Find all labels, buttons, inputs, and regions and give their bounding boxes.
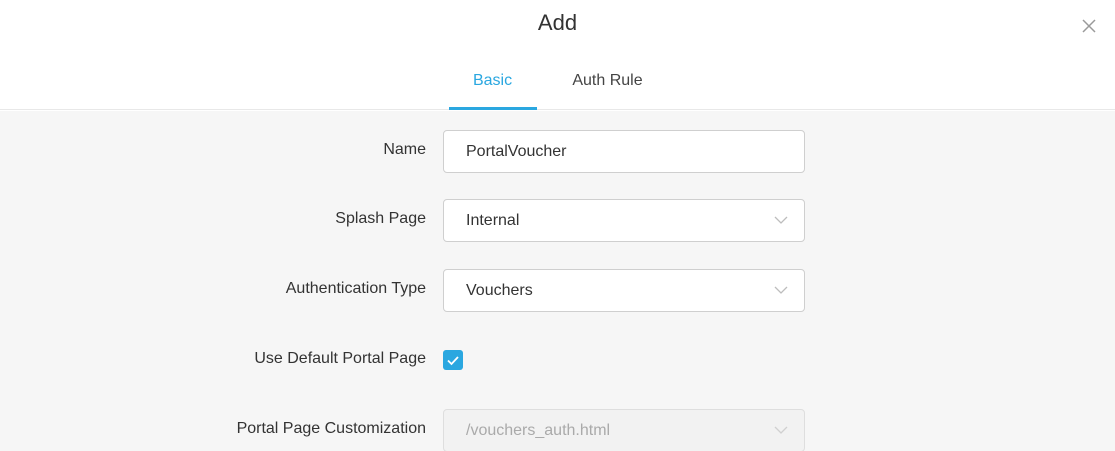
portal-page-customization-label: Portal Page Customization xyxy=(236,420,426,437)
authentication-type-label: Authentication Type xyxy=(285,280,426,297)
authentication-type-row: Authentication Type Vouchers xyxy=(0,269,1115,313)
portal-page-customization-select: /vouchers_auth.html xyxy=(443,409,805,451)
close-button[interactable] xyxy=(1075,12,1103,40)
checkmark-icon xyxy=(447,356,459,366)
tab-bar: Basic Auth Rule xyxy=(0,62,1115,110)
use-default-portal-page-row: Use Default Portal Page xyxy=(0,339,1115,383)
chevron-down-icon xyxy=(774,215,788,225)
form-panel: Name PortalVoucher Splash Page Internal … xyxy=(0,111,1115,451)
name-value: PortalVoucher xyxy=(466,143,567,160)
name-row: Name PortalVoucher xyxy=(0,130,1115,174)
tab-auth-rule[interactable]: Auth Rule xyxy=(549,62,667,110)
splash-page-value: Internal xyxy=(466,212,520,229)
splash-page-select[interactable]: Internal xyxy=(443,199,805,242)
chevron-down-icon xyxy=(774,285,788,295)
authentication-type-select[interactable]: Vouchers xyxy=(443,269,805,312)
splash-page-row: Splash Page Internal xyxy=(0,199,1115,243)
dialog-title: Add xyxy=(537,10,578,35)
portal-page-customization-value: /vouchers_auth.html xyxy=(466,422,611,439)
dialog-header: Add Basic Auth Rule xyxy=(0,0,1115,110)
tab-basic[interactable]: Basic xyxy=(448,62,537,110)
chevron-down-icon xyxy=(774,425,788,435)
splash-page-label: Splash Page xyxy=(335,210,426,227)
use-default-portal-page-checkbox[interactable] xyxy=(443,350,463,370)
name-label: Name xyxy=(383,141,426,158)
portal-page-customization-row: Portal Page Customization /vouchers_auth… xyxy=(0,409,1115,451)
name-input[interactable]: PortalVoucher xyxy=(443,130,805,173)
use-default-portal-page-label: Use Default Portal Page xyxy=(254,350,426,367)
close-icon xyxy=(1082,19,1096,33)
authentication-type-value: Vouchers xyxy=(466,282,533,299)
